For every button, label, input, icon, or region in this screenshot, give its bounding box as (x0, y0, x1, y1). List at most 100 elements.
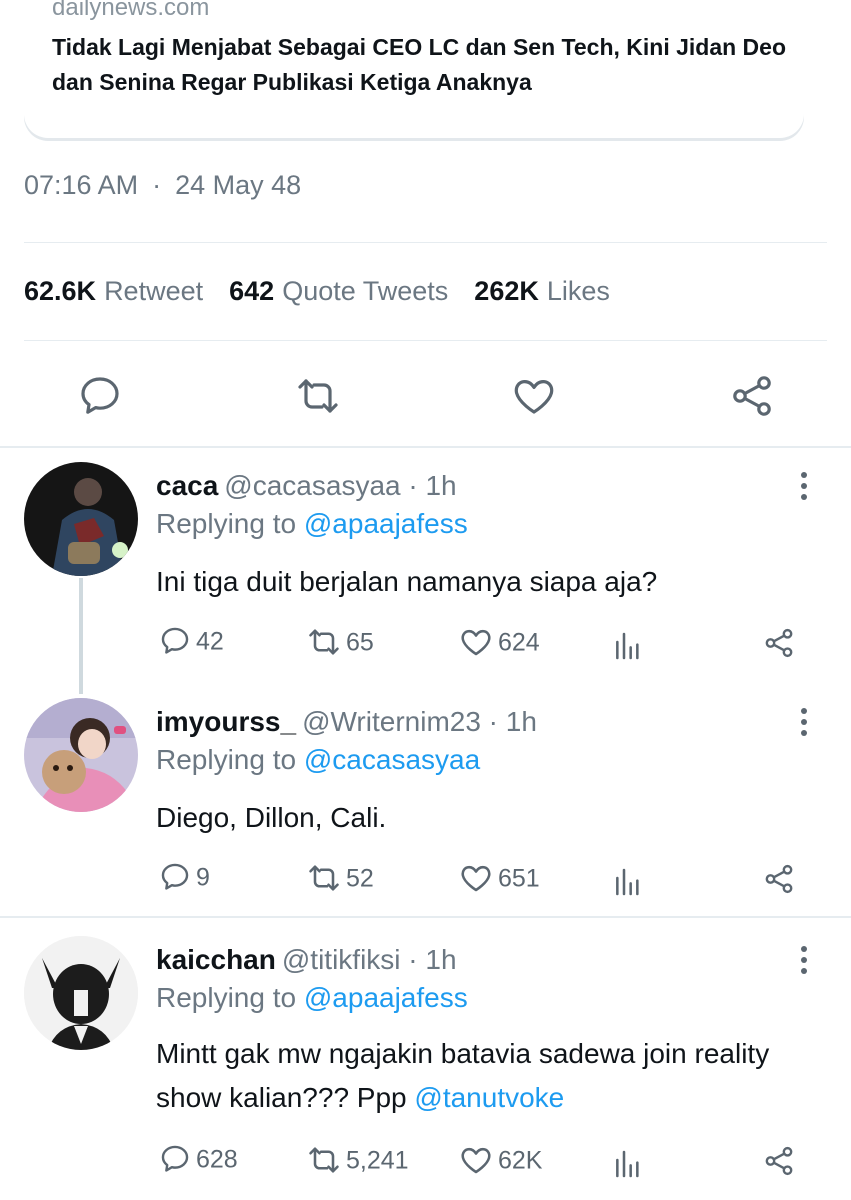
like-button[interactable]: 651 (458, 862, 540, 898)
avatar[interactable] (24, 698, 138, 812)
more-vertical-icon (796, 472, 812, 500)
tweet-stats: 62.6K Retweet 642 Quote Tweets 262K Likes (24, 276, 636, 307)
user-handle[interactable]: @titikfiksi · 1h (282, 944, 457, 975)
divider (0, 446, 851, 448)
reply-bubble-icon (161, 1145, 189, 1172)
like-count: 651 (498, 864, 540, 893)
retweet-button[interactable]: 65 (306, 626, 374, 662)
more-options-button[interactable] (796, 708, 812, 738)
share-icon (765, 864, 793, 894)
retweet-count: 52 (346, 864, 374, 893)
share-icon (733, 376, 771, 416)
share-button[interactable] (728, 372, 776, 420)
share-button[interactable] (762, 1144, 796, 1183)
analytics-icon (616, 1150, 639, 1178)
tweet-timestamp[interactable]: 07:16 AM · 24 May 48 (24, 170, 301, 201)
like-button[interactable]: 62K (458, 1144, 542, 1180)
reply-count: 628 (196, 1145, 238, 1174)
more-vertical-icon (796, 708, 812, 736)
share-button[interactable] (762, 862, 796, 901)
quotes-stat[interactable]: 642 Quote Tweets (229, 276, 474, 306)
reply-header: kaicchan @titikfiksi · 1h (156, 944, 457, 976)
divider (0, 916, 851, 918)
retweet-count: 5,241 (346, 1146, 409, 1175)
more-vertical-icon (796, 946, 812, 974)
share-icon (765, 628, 793, 658)
replying-to-mention[interactable]: @apaajafess (304, 508, 468, 539)
reply-button[interactable] (76, 372, 124, 420)
analytics-button[interactable] (612, 630, 644, 667)
quotes-count: 642 (229, 276, 275, 306)
replying-prefix: Replying to (156, 744, 297, 775)
reply-bubble-icon (161, 863, 189, 890)
likes-stat[interactable]: 262K Likes (474, 276, 636, 306)
like-button[interactable] (510, 372, 558, 420)
heart-icon (461, 629, 491, 656)
reply-header: imyourss_ @Writernim23 · 1h (156, 706, 537, 738)
reply-text: Diego, Dillon, Cali. (156, 802, 387, 833)
more-options-button[interactable] (796, 946, 812, 976)
heart-icon (461, 1147, 491, 1174)
retweet-icon (309, 1147, 339, 1173)
replying-to-mention[interactable]: @cacasasyaa (304, 744, 480, 775)
retweet-icon (309, 629, 339, 655)
display-name[interactable]: imyourss_ (156, 706, 296, 737)
heart-icon (514, 380, 554, 414)
tweet-time: 07:16 AM (24, 170, 139, 200)
avatar-image (24, 462, 138, 576)
like-button[interactable]: 624 (458, 626, 540, 662)
like-count: 62K (498, 1146, 543, 1175)
analytics-icon (616, 868, 639, 896)
like-count: 624 (498, 628, 540, 657)
avatar[interactable] (24, 462, 138, 576)
reply-count: 42 (196, 627, 224, 656)
retweet-button[interactable]: 5,241 (306, 1144, 409, 1180)
user-handle[interactable]: @Writernim23 · 1h (302, 706, 537, 737)
retweets-label: Retweet (104, 276, 204, 306)
tweet-action-bar (0, 364, 851, 428)
reply-button[interactable]: 628 (158, 1144, 238, 1178)
reply-bubble-icon (81, 377, 119, 414)
retweet-count: 65 (346, 628, 374, 657)
reply-button[interactable]: 42 (158, 626, 224, 660)
retweet-button[interactable]: 52 (306, 862, 374, 898)
quotes-label: Quote Tweets (282, 276, 449, 306)
replying-to: Replying to @apaajafess (156, 982, 468, 1014)
retweets-count: 62.6K (24, 276, 97, 306)
share-icon (765, 1146, 793, 1176)
thread-line (79, 578, 83, 694)
more-options-button[interactable] (796, 472, 812, 502)
reply-button[interactable]: 9 (158, 862, 210, 896)
likes-count: 262K (474, 276, 539, 306)
divider (24, 340, 827, 341)
timestamp-separator: · (152, 170, 162, 200)
replying-to-mention[interactable]: @apaajafess (304, 982, 468, 1013)
reply-text: Mintt gak mw ngajakin batavia sadewa joi… (156, 1032, 776, 1120)
replying-prefix: Replying to (156, 982, 297, 1013)
analytics-button[interactable] (612, 1148, 644, 1185)
replying-prefix: Replying to (156, 508, 297, 539)
display-name[interactable]: kaicchan (156, 944, 276, 975)
retweet-button[interactable] (294, 372, 342, 420)
link-preview-card[interactable]: dailynews.com Tidak Lagi Menjabat Sebaga… (24, 0, 804, 138)
heart-icon (461, 865, 491, 892)
divider (24, 242, 827, 243)
retweet-icon (298, 379, 338, 413)
user-handle[interactable]: @cacasasyaa · 1h (224, 470, 456, 501)
likes-label: Likes (546, 276, 610, 306)
text-mention[interactable]: @tanutvoke (414, 1082, 564, 1113)
avatar-image (24, 936, 138, 1050)
analytics-icon (616, 632, 639, 660)
tweet-date: 24 May 48 (175, 170, 302, 200)
card-domain: dailynews.com (52, 0, 210, 21)
avatar-image (24, 698, 138, 812)
retweet-icon (309, 865, 339, 891)
replying-to: Replying to @cacasasyaa (156, 744, 480, 776)
avatar[interactable] (24, 936, 138, 1050)
display-name[interactable]: caca (156, 470, 218, 501)
share-button[interactable] (762, 626, 796, 665)
retweets-stat[interactable]: 62.6K Retweet (24, 276, 229, 306)
analytics-button[interactable] (612, 866, 644, 903)
reply-header: caca @cacasasyaa · 1h (156, 470, 457, 502)
card-headline: Tidak Lagi Menjabat Sebagai CEO LC dan S… (52, 34, 787, 95)
